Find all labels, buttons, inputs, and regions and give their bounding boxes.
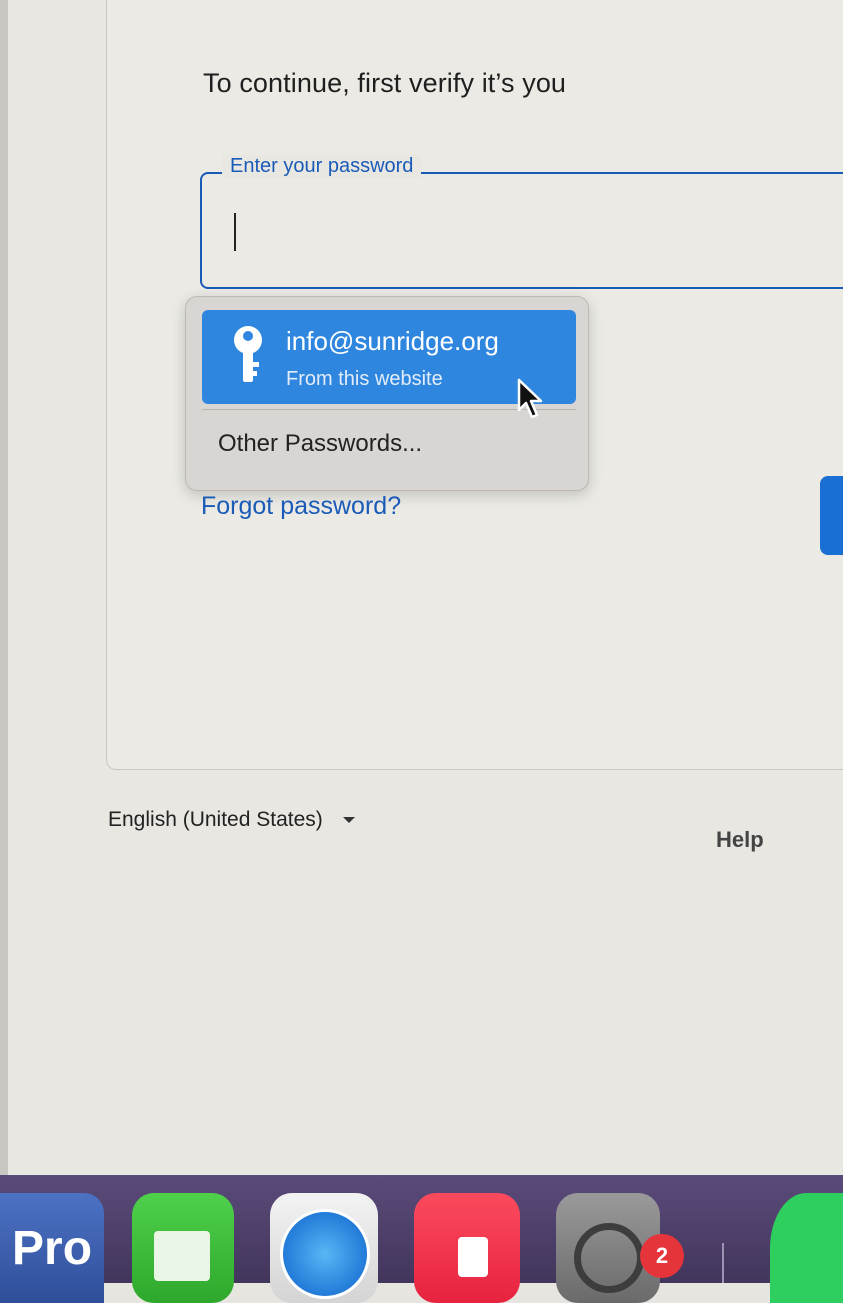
other-passwords-item[interactable]: Other Passwords... [218,430,422,458]
language-label: English (United States) [108,808,323,831]
screen-bezel [0,0,8,1283]
autofill-suggestion-email: info@sunridge.org [286,326,499,356]
notification-badge: 2 [640,1234,684,1278]
language-select[interactable]: English (United States) [108,808,355,832]
dock-app-pro-label: Pro [12,1222,93,1275]
dock-app-music-icon[interactable] [414,1193,520,1303]
help-link[interactable]: Help [716,827,764,853]
mouse-pointer-icon [516,378,546,425]
dock-app-green[interactable] [132,1193,234,1303]
key-icon [230,324,266,391]
dock-app-spotify-icon[interactable] [770,1193,843,1303]
autofill-suggestion-source: From this website [286,368,443,390]
dock-divider [722,1243,724,1283]
page-heading: To continue, first verify it’s you [203,68,567,98]
text-caret [234,213,236,251]
dock-app-pro[interactable]: Pro [0,1193,104,1303]
password-field-label: Enter your password [222,155,422,178]
chevron-down-icon [342,817,355,823]
next-button[interactable] [820,476,843,555]
forgot-password-link[interactable]: Forgot password? [201,492,401,521]
password-input[interactable] [226,208,830,256]
dock-app-safari-icon[interactable] [270,1193,378,1303]
